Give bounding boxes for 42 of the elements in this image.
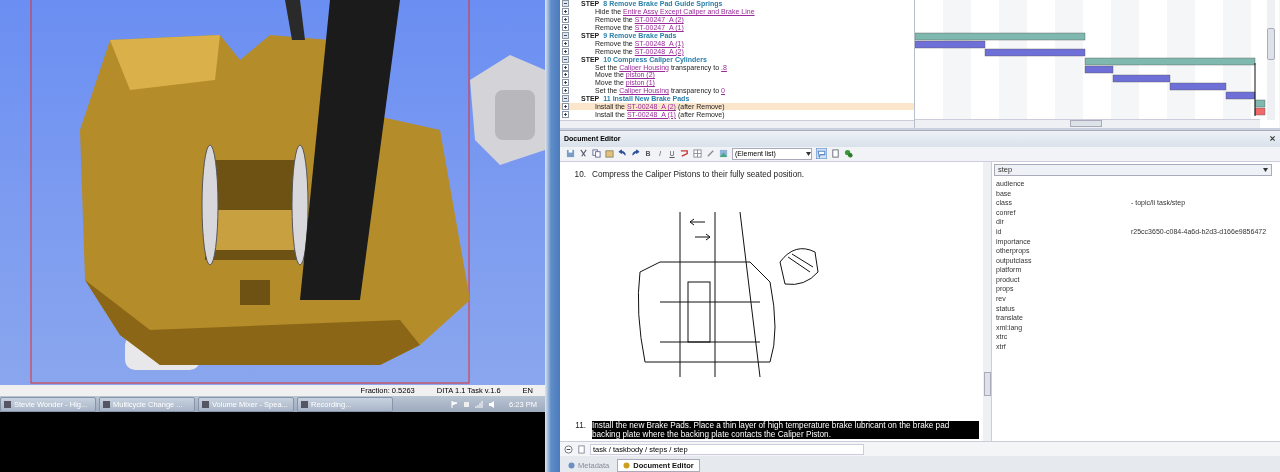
caret-icon [806, 151, 811, 156]
save-icon[interactable] [566, 149, 575, 159]
image-icon[interactable] [719, 149, 728, 159]
step-number: 11. [574, 421, 586, 433]
table-icon[interactable] [693, 149, 702, 159]
expand-icon[interactable] [562, 87, 569, 95]
scrollbar-track[interactable] [1267, 0, 1275, 120]
expand-icon[interactable] [562, 47, 569, 55]
expand-icon[interactable] [562, 39, 569, 47]
collapse-icon[interactable] [562, 0, 569, 8]
3d-viewport[interactable] [0, 0, 545, 385]
window-icon [301, 400, 308, 408]
expand-icon[interactable] [562, 110, 569, 118]
window-icon [103, 400, 110, 408]
expand-icon[interactable] [562, 103, 569, 110]
close-icon[interactable] [1269, 135, 1276, 143]
collapse-icon[interactable] [562, 95, 569, 103]
step-text: Install the new Brake Pads. Place a thin layer of high temperature brake lubricant on the brake pad backing plate where the backing plate contacts the Caliper Piston. [592, 421, 979, 440]
expand-icon[interactable] [562, 8, 569, 16]
caret-icon [1263, 167, 1268, 172]
cut-icon[interactable] [579, 149, 588, 159]
expand-icon[interactable] [562, 24, 569, 32]
comment-icon[interactable] [816, 148, 827, 160]
scrollbar-thumb[interactable] [1267, 28, 1275, 60]
window-icon [4, 400, 11, 408]
collapse-icon[interactable] [562, 32, 569, 39]
window-icon [202, 400, 209, 408]
collapse-icon[interactable] [564, 444, 573, 454]
tab-icon [623, 462, 631, 469]
expand-icon[interactable] [562, 63, 569, 71]
expand-icon[interactable] [562, 16, 569, 24]
collapse-icon[interactable] [562, 55, 569, 63]
step-text: Compress the Caliper Pistons to their fully seated position. [592, 169, 805, 179]
step-number: 10. [573, 169, 586, 179]
expand-icon[interactable] [562, 71, 569, 79]
expand-icon[interactable] [562, 79, 569, 87]
copy-icon[interactable] [592, 149, 601, 159]
tab-icon [568, 462, 575, 469]
scrollbar-thumb[interactable] [1070, 119, 1102, 127]
document-icon[interactable] [831, 149, 840, 159]
scrollbar-thumb[interactable] [984, 371, 991, 396]
scrollbar-track[interactable] [983, 161, 991, 442]
